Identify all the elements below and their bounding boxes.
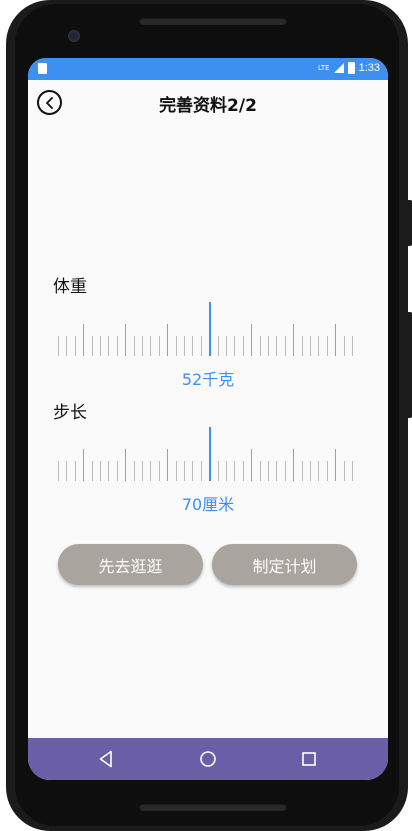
earpiece-speaker (139, 17, 287, 25)
ruler-tick (293, 449, 295, 481)
ruler-tick (175, 336, 177, 356)
ruler-tick (133, 336, 135, 356)
ruler-tick (343, 461, 345, 481)
ruler-tick (352, 461, 353, 481)
app-screen: LTE 1:33 完善资料2/2 体重 52千克 步长 70厘米 先去逛逛 制定… (28, 58, 388, 780)
ruler-tick (276, 336, 278, 356)
ruler-tick (66, 336, 68, 356)
ruler-tick (91, 461, 93, 481)
ruler-tick (259, 461, 261, 481)
ruler-indicator (208, 302, 211, 356)
page-title: 完善资料2/2 (159, 96, 257, 116)
ruler-tick (352, 336, 353, 356)
browse-first-button[interactable]: 先去逛逛 (58, 544, 203, 585)
ruler-tick (125, 324, 127, 356)
volume-button (407, 312, 412, 418)
ruler-tick (242, 336, 244, 356)
ruler-tick (74, 461, 76, 481)
nav-home-icon[interactable] (197, 748, 219, 770)
ruler-tick (234, 461, 236, 481)
ruler-tick (142, 461, 143, 481)
ruler-tick (335, 449, 337, 481)
ruler-tick (91, 336, 93, 356)
ruler-tick (66, 461, 68, 481)
system-nav-bar (28, 738, 388, 780)
ruler-tick (318, 461, 320, 481)
ruler-tick (251, 324, 253, 356)
signal-icon (333, 63, 344, 73)
ruler-tick (268, 336, 269, 356)
ruler-tick (108, 336, 110, 356)
app-bar: 完善资料2/2 (28, 80, 388, 124)
ruler-tick (301, 461, 303, 481)
ruler-tick (83, 324, 85, 356)
bottom-speaker (139, 803, 287, 811)
ruler-tick (74, 336, 76, 356)
ruler-tick (259, 336, 261, 356)
ruler-tick (234, 336, 236, 356)
ruler-tick (83, 449, 85, 481)
ruler-tick (184, 461, 185, 481)
ruler-tick (100, 461, 101, 481)
weight-ruler[interactable] (58, 296, 358, 356)
ruler-tick (167, 449, 169, 481)
status-time: 1:33 (358, 62, 380, 74)
ruler-tick (293, 324, 295, 356)
ruler-tick (142, 336, 143, 356)
ruler-tick (217, 336, 219, 356)
ruler-tick (200, 336, 202, 356)
ruler-tick (335, 324, 337, 356)
ruler-tick (318, 336, 320, 356)
ruler-tick (310, 461, 311, 481)
make-plan-button[interactable]: 制定计划 (212, 544, 357, 585)
ruler-tick (217, 461, 219, 481)
ruler-tick (108, 461, 110, 481)
ruler-tick (242, 461, 244, 481)
ruler-tick (116, 336, 118, 356)
nav-back-icon[interactable] (95, 748, 117, 770)
ruler-tick (284, 336, 286, 356)
ruler-tick (268, 461, 269, 481)
front-camera (68, 30, 80, 42)
ruler-tick (158, 461, 160, 481)
ruler-indicator (208, 427, 211, 481)
ruler-tick (100, 336, 101, 356)
ruler-tick (184, 336, 185, 356)
ruler-tick (226, 461, 227, 481)
ruler-tick (58, 336, 59, 356)
weight-value: 52千克 (181, 370, 235, 389)
ruler-tick (192, 336, 194, 356)
ruler-tick (343, 336, 345, 356)
ruler-tick (284, 461, 286, 481)
ruler-tick (125, 449, 127, 481)
ruler-tick (116, 461, 118, 481)
ruler-tick (133, 461, 135, 481)
ruler-tick (310, 336, 311, 356)
battery-icon (347, 62, 355, 74)
power-button (407, 200, 412, 246)
weight-label: 体重 (53, 277, 87, 297)
ruler-tick (326, 461, 328, 481)
network-type: LTE (317, 63, 330, 72)
status-bar: LTE 1:33 (28, 58, 388, 80)
ruler-tick (251, 449, 253, 481)
nav-recent-icon[interactable] (298, 748, 320, 770)
sim-icon (38, 63, 47, 74)
ruler-tick (301, 336, 303, 356)
stride-ruler[interactable] (58, 421, 358, 481)
ruler-tick (150, 461, 152, 481)
ruler-tick (150, 336, 152, 356)
stride-value: 70厘米 (181, 495, 235, 514)
ruler-tick (276, 461, 278, 481)
ruler-tick (158, 336, 160, 356)
ruler-tick (200, 461, 202, 481)
ruler-tick (226, 336, 227, 356)
ruler-tick (192, 461, 194, 481)
ruler-tick (175, 461, 177, 481)
ruler-tick (167, 324, 169, 356)
ruler-tick (58, 461, 59, 481)
ruler-tick (326, 336, 328, 356)
stride-label: 步长 (53, 403, 87, 423)
